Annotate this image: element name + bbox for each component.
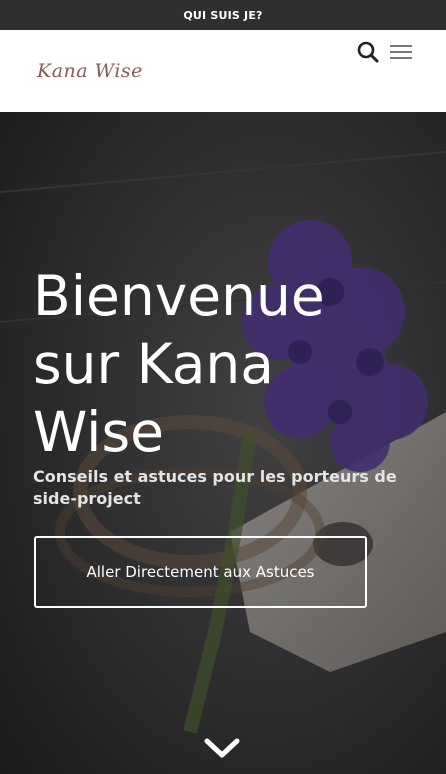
site-logo[interactable]: Kana Wise <box>37 60 143 82</box>
search-icon[interactable] <box>356 40 380 64</box>
site-header: Kana Wise <box>0 30 446 112</box>
hero-title: Bienvenue sur Kana Wise <box>33 264 325 464</box>
cta-label: Aller Directement aux Astuces <box>86 563 315 581</box>
chevron-down-icon[interactable] <box>203 736 241 760</box>
hero-section: Bienvenue sur Kana Wise Conseils et astu… <box>0 112 446 774</box>
about-link[interactable]: QUI SUIS JE? <box>183 9 262 22</box>
go-to-tips-button[interactable]: Aller Directement aux Astuces <box>34 536 367 608</box>
hamburger-menu-icon[interactable] <box>389 42 413 62</box>
hero-subtitle: Conseils et astuces pour les porteurs de… <box>33 467 397 508</box>
top-bar: QUI SUIS JE? <box>0 0 446 30</box>
